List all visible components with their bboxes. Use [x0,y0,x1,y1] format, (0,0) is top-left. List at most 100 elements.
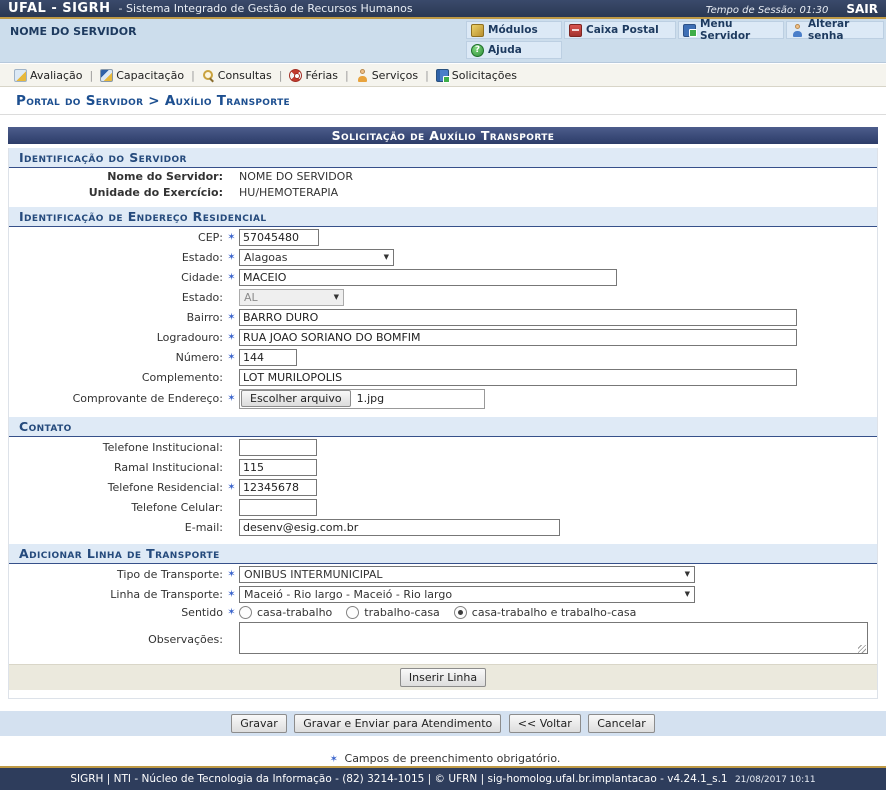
comprovante-filename: 1.jpg [357,392,385,405]
tipo-transporte-label: Tipo de Transporte: [9,568,223,581]
cidade-input[interactable] [239,269,617,286]
ramal-input[interactable] [239,459,317,476]
main-menu: Avaliação | Capacitação | Consultas | Fé… [0,63,886,87]
user-bar: NOME DO SERVIDOR Módulos Caixa Postal Me… [0,19,886,63]
complemento-input[interactable] [239,369,797,386]
cancelar-button[interactable]: Cancelar [588,714,655,733]
email-input[interactable] [239,519,560,536]
brand-area: UFAL - SIGRH - Sistema Integrado de Gestã… [8,1,413,16]
chevron-down-icon: ▼ [685,570,690,578]
voltar-button[interactable]: << Voltar [509,714,581,733]
radio-trabalho-casa-label: trabalho-casa [364,606,440,619]
ramal-label: Ramal Institucional: [9,461,223,474]
observacoes-wrap [239,622,868,657]
required-star-icon: ✶ [227,607,236,618]
tel-celular-label: Telefone Celular: [9,501,223,514]
radio-trabalho-casa[interactable] [346,606,359,619]
menu-item-label: Consultas [218,69,272,82]
caixa-postal-button[interactable]: Caixa Postal [564,21,676,39]
menu-servidor-icon [683,24,696,37]
comprovante-label: Comprovante de Endereço: [9,392,223,405]
unidade-exercicio-value: HU/HEMOTERAPIA [239,186,338,199]
radio-casa-trabalho-label: casa-trabalho [257,606,332,619]
tel-celular-input[interactable] [239,499,317,516]
cep-input[interactable] [239,229,319,246]
field-row-bairro: Bairro: ✶ [9,307,877,327]
caixa-postal-button-label: Caixa Postal [586,24,659,36]
logout-link[interactable]: SAIR [846,2,878,16]
estado-select[interactable]: Alagoas▼ [239,249,394,266]
modules-button[interactable]: Módulos [466,21,562,39]
numero-input[interactable] [239,349,297,366]
alterar-senha-button[interactable]: Alterar senha [786,21,884,39]
ferias-icon [289,69,302,82]
nome-servidor-label: Nome do Servidor: [9,170,223,183]
footer: SIGRH | NTI - Núcleo de Tecnologia da In… [0,766,886,790]
gravar-button[interactable]: Gravar [231,714,287,733]
observacoes-textarea[interactable] [239,622,868,654]
menu-separator: | [279,69,283,82]
menu-item-ferias[interactable]: Férias [289,69,338,82]
change-password-icon [791,24,804,37]
field-row-complemento: Complemento: [9,367,877,387]
escolher-arquivo-button[interactable]: Escolher arquivo [241,390,351,407]
menu-item-servicos[interactable]: Serviços [356,69,418,82]
field-row-unidade: Unidade do Exercício: HU/HEMOTERAPIA [9,184,877,200]
required-star-icon: ✶ [227,252,236,263]
tipo-transporte-select[interactable]: ONIBUS INTERMUNICIPAL▼ [239,566,695,583]
linha-transporte-select[interactable]: Maceió - Rio largo - Maceió - Rio largo▼ [239,586,695,603]
header-nav: Módulos Caixa Postal Menu Servidor Alter… [466,21,884,59]
field-row-logradouro: Logradouro: ✶ [9,327,877,347]
app-brand: UFAL - SIGRH [8,1,111,16]
menu-item-label: Solicitações [452,69,517,82]
radio-casa-trabalho[interactable] [239,606,252,619]
inserir-linha-button[interactable]: Inserir Linha [400,668,486,687]
servicos-icon [356,69,369,82]
help-icon [471,44,484,57]
required-note-text: Campos de preenchimento obrigatório. [345,752,561,765]
estado-uf-select-value: AL [244,291,258,304]
menu-item-solicitacoes[interactable]: Solicitações [436,69,517,82]
field-row-linha-transporte: Linha de Transporte: ✶ Maceió - Rio larg… [9,584,877,604]
comprovante-file-input[interactable]: Escolher arquivo 1.jpg [239,389,485,409]
required-star-icon: ✶ [227,332,236,343]
chevron-down-icon: ▼ [334,293,339,301]
gravar-enviar-button[interactable]: Gravar e Enviar para Atendimento [294,714,501,733]
menu-item-label: Serviços [372,69,418,82]
unidade-exercicio-label: Unidade do Exercício: [9,186,223,199]
menu-item-avaliacao[interactable]: Avaliação [14,69,83,82]
user-name: NOME DO SERVIDOR [10,25,137,38]
menu-separator: | [425,69,429,82]
field-row-tel-residencial: Telefone Residencial: ✶ [9,477,877,497]
radio-casa-trabalho-e-trabalho-casa[interactable] [454,606,467,619]
field-row-observacoes: Observações: [9,620,877,658]
menu-servidor-button[interactable]: Menu Servidor [678,21,784,39]
section-header-contato: Contato [9,417,877,437]
menu-item-consultas[interactable]: Consultas [202,69,272,82]
logradouro-input[interactable] [239,329,797,346]
insert-row: Inserir Linha [9,664,877,690]
numero-label: Número: [9,351,223,364]
field-row-email: E-mail: [9,517,877,537]
tel-institucional-label: Telefone Institucional: [9,441,223,454]
field-row-ramal: Ramal Institucional: [9,457,877,477]
menu-item-label: Avaliação [30,69,83,82]
mailbox-icon [569,24,582,37]
top-bar: UFAL - SIGRH - Sistema Integrado de Gestã… [0,0,886,17]
footer-bar: SIGRH | NTI - Núcleo de Tecnologia da In… [0,768,886,790]
menu-item-label: Capacitação [116,69,184,82]
app-subtitle: - Sistema Integrado de Gestão de Recurso… [119,2,413,15]
breadcrumb: Portal do Servidor > Auxílio Transporte [0,87,886,115]
chevron-down-icon: ▼ [685,590,690,598]
tel-institucional-input[interactable] [239,439,317,456]
menu-item-label: Férias [305,69,338,82]
ajuda-button[interactable]: Ajuda [466,41,562,59]
menu-separator: | [90,69,94,82]
tel-residencial-input[interactable] [239,479,317,496]
ajuda-button-label: Ajuda [488,44,522,56]
bairro-input[interactable] [239,309,797,326]
page: UFAL - SIGRH - Sistema Integrado de Gestã… [0,0,886,790]
field-row-numero: Número: ✶ [9,347,877,367]
menu-item-capacitacao[interactable]: Capacitação [100,69,184,82]
footer-info: SIGRH | NTI - Núcleo de Tecnologia da In… [70,773,727,785]
